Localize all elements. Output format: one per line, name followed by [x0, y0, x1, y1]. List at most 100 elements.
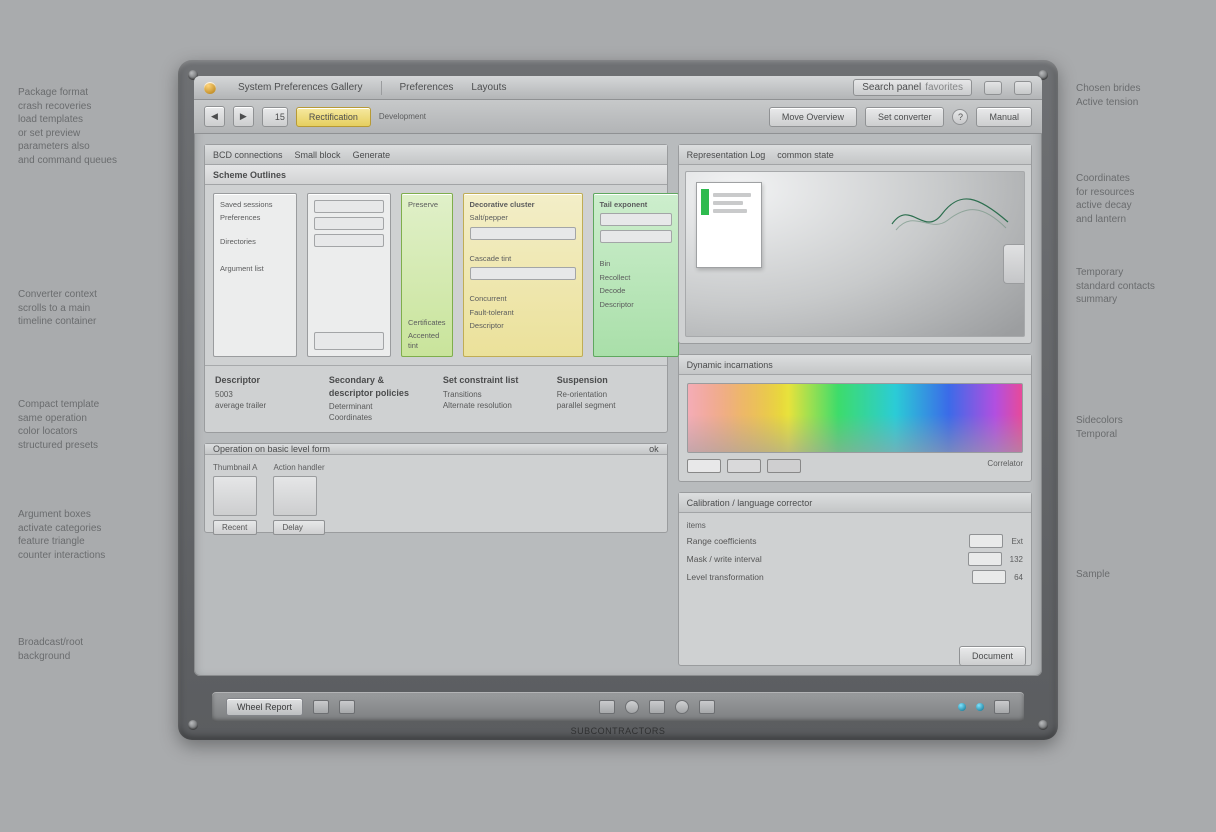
settings-panel: Calibration / language corrector items R… [678, 492, 1032, 666]
card-decorative[interactable]: Decorative cluster Salt/pepper Cascade t… [463, 193, 583, 357]
stat-item: Set constraint listTransitionsAlternate … [443, 374, 543, 424]
spectrum-caption: Correlator [987, 459, 1023, 473]
recent-button[interactable]: Recent [213, 520, 257, 535]
screw-icon [1038, 720, 1048, 730]
setting-field[interactable] [972, 570, 1006, 584]
task-item[interactable] [313, 700, 329, 714]
delay-button[interactable]: Delay [273, 520, 324, 535]
document-button[interactable]: Document [959, 646, 1026, 666]
card-preserve[interactable]: Preserve Certificates Accented tint [401, 193, 453, 357]
thumb-slot [314, 200, 384, 213]
task-item[interactable] [339, 700, 355, 714]
setting-value: 132 [1010, 555, 1023, 564]
card-label: Certificates [408, 318, 446, 327]
stats-row: Descriptor5003average trailer Secondary … [205, 365, 667, 432]
taskbar: Wheel Report [212, 692, 1024, 722]
card-label: Directories [220, 237, 290, 246]
thumb-slot [314, 234, 384, 247]
card-label: Concurrent [470, 294, 576, 303]
card-options[interactable]: Saved sessions Preferences Directories A… [213, 193, 297, 357]
manual-button[interactable]: Manual [976, 107, 1032, 127]
card-label: Preferences [220, 213, 290, 222]
start-button[interactable]: Wheel Report [226, 698, 303, 716]
annotation-right-1: Chosen brides Active tension [1076, 82, 1196, 109]
tray-icon[interactable] [625, 700, 639, 714]
tab-small-block[interactable]: Small block [295, 150, 341, 160]
preview-canvas[interactable] [685, 171, 1025, 337]
menu-layouts[interactable]: Layouts [471, 82, 506, 93]
annotation-left-1: Package format crash recoveries load tem… [18, 86, 158, 167]
card-title: Decorative cluster [470, 200, 576, 209]
stat-item: SuspensionRe-orientationparallel segment [557, 374, 657, 424]
tray-icon[interactable] [675, 700, 689, 714]
card-label: Salt/pepper [470, 213, 576, 222]
app-window: System Preferences Gallery Preferences L… [194, 76, 1042, 676]
window-title: System Preferences Gallery [238, 82, 363, 93]
page-field[interactable]: 15 [262, 107, 288, 127]
color-spectrum[interactable] [687, 383, 1023, 453]
setting-field[interactable] [969, 534, 1003, 548]
card-title: Tail exponent [600, 200, 672, 209]
operations-title: Operation on basic level form [213, 444, 330, 454]
thumb-label: Action handler [273, 463, 324, 472]
move-overview-button[interactable]: Move Overview [769, 107, 857, 127]
annotation-left-4: Argument boxes activate categories featu… [18, 508, 158, 562]
nav-next-button[interactable]: ▶ [233, 106, 254, 127]
thumb-slot [314, 217, 384, 230]
tab-bcd[interactable]: BCD connections [213, 150, 283, 160]
help-icon[interactable]: ? [952, 109, 968, 125]
card-exponent[interactable]: Tail exponent Bin Recollect Decode Descr… [593, 193, 679, 357]
preview-panel: Representation Log common state [678, 144, 1032, 344]
tray-item[interactable] [699, 700, 715, 714]
status-led-icon [958, 703, 966, 711]
operations-panel: Operation on basic level form ok Thumbna… [204, 443, 668, 533]
tray-item[interactable] [649, 700, 665, 714]
gallery-tabs: BCD connections Small block Generate [205, 145, 667, 165]
settings-subtitle: items [687, 521, 1023, 530]
document-thumbnail-icon [696, 182, 762, 268]
setting-value: Ext [1011, 537, 1023, 546]
setting-label: Range coefficients [687, 536, 757, 546]
swatch[interactable] [727, 459, 761, 473]
color-panel: Dynamic incarnations Correlator [678, 354, 1032, 482]
nav-prev-button[interactable]: ◀ [204, 106, 225, 127]
tray-item[interactable] [994, 700, 1010, 714]
swatch[interactable] [767, 459, 801, 473]
window-control-a-icon[interactable] [984, 81, 1002, 95]
annotation-right-5: Sample [1076, 568, 1196, 582]
side-handle[interactable] [1003, 244, 1025, 284]
chip-development[interactable]: Development [379, 112, 426, 121]
card-input[interactable] [470, 267, 576, 280]
chip-rectification[interactable]: Rectification [296, 107, 371, 127]
card-thumb-list[interactable] [307, 193, 391, 357]
setting-field[interactable] [968, 552, 1002, 566]
tray-item[interactable] [599, 700, 615, 714]
window-control-b-icon[interactable] [1014, 81, 1032, 95]
annotation-right-4: Sidecolors Temporal [1076, 414, 1196, 441]
card-input[interactable] [600, 213, 672, 226]
card-label: Cascade tint [470, 254, 576, 263]
menu-preferences[interactable]: Preferences [400, 82, 454, 93]
gallery-section-heading: Scheme Outlines [205, 165, 667, 185]
tab-generate[interactable]: Generate [353, 150, 391, 160]
annotation-left-5: Broadcast/root background [18, 636, 158, 663]
search-box[interactable]: Search panel favorites [853, 79, 972, 96]
monitor-bezel: System Preferences Gallery Preferences L… [178, 60, 1058, 740]
thumb-b[interactable] [273, 476, 317, 516]
card-input[interactable] [470, 227, 576, 240]
preview-tab-2[interactable]: common state [777, 150, 834, 160]
operations-status: ok [649, 444, 659, 454]
card-label: Fault-tolerant [470, 308, 576, 317]
card-input[interactable] [600, 230, 672, 243]
annotation-right-3: Temporary standard contacts summary [1076, 266, 1196, 307]
setting-label: Mask / write interval [687, 554, 762, 564]
search-label: Search panel [862, 82, 921, 93]
card-label: Descriptor [470, 321, 576, 330]
monitor-brand: SUBCONTRACTORS [571, 726, 666, 736]
stat-item: Secondary & descriptor policiesDetermina… [329, 374, 429, 424]
set-converter-button[interactable]: Set converter [865, 107, 945, 127]
swatch[interactable] [687, 459, 721, 473]
thumb-a[interactable] [213, 476, 257, 516]
card-title: Preserve [408, 200, 446, 209]
preview-tab-1[interactable]: Representation Log [687, 150, 766, 160]
